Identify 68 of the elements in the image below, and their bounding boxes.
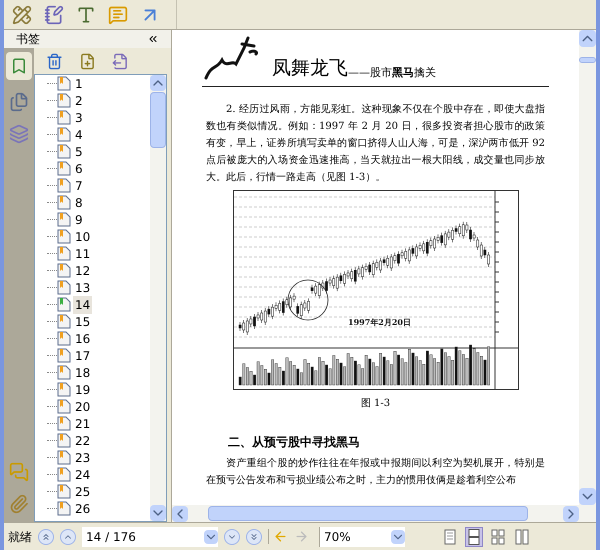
status-text: 就绪 — [8, 528, 32, 546]
bookmark-item[interactable]: 26 — [73, 500, 92, 518]
double-chevron-up-icon — [41, 532, 51, 542]
scroll-thumb[interactable] — [579, 57, 596, 63]
bookmark-item[interactable]: 18 — [73, 364, 92, 382]
chart-annotation: 1997年2月20日 — [348, 317, 410, 327]
bookmark-item[interactable]: 4 — [73, 126, 85, 144]
bookmark-item[interactable]: 5 — [73, 142, 85, 160]
section-heading: 二、从预亏股中寻找黑马 — [228, 434, 361, 451]
bookmark-item[interactable]: 12 — [73, 262, 92, 280]
bookmark-item[interactable]: 24 — [73, 466, 92, 484]
dropdown-arrow-icon[interactable] — [391, 530, 405, 544]
view-mode-icon[interactable] — [513, 526, 531, 546]
bookmark-item[interactable]: 17 — [73, 346, 92, 364]
double-chevron-down-icon — [249, 532, 259, 542]
bookmark-item[interactable]: 14 — [73, 296, 92, 314]
new-bookmark-icon[interactable] — [79, 52, 96, 70]
bookmark-item[interactable]: 25 — [73, 482, 92, 500]
scroll-down-icon[interactable] — [579, 488, 596, 505]
bookmark-item[interactable]: 10 — [73, 228, 92, 246]
bookmark-item[interactable]: 2 — [73, 92, 85, 110]
paragraph: 资产重组个股的炒作往往在年报或中报期间以利空为契机展开，特别是在预亏公告发布和亏损业绩公布之时，主力的惯用伎俩是趁着利空公布 — [205, 456, 546, 488]
bookmark-item[interactable]: 13 — [73, 278, 92, 296]
collapse-icon[interactable] — [147, 33, 159, 45]
paragraph: 2. 经历过风雨，方能见彩虹。这种现象不仅在个股中存在，即使大盘指数也有类似情况。例如：1997 年 2 月 20 日，很多投资者担心股市的政策有变，早上，证券所填写卖单的窗口挤得人山人海，可是，深沪两市低开 92 点后被庞大的入场资金迅速推高，当天就拉出一根大阳线，成交量也同步放大。此后，行情一路走高（见图 1-3）。 — [205, 102, 546, 185]
bookmark-item[interactable]: 19 — [73, 380, 92, 398]
figure-caption: 图 1-3 — [360, 397, 390, 411]
export-bookmark-icon[interactable] — [112, 52, 129, 70]
delete-icon[interactable] — [46, 52, 63, 70]
bookmark-item[interactable]: 23 — [73, 448, 92, 466]
horizontal-scrollbar[interactable] — [172, 505, 596, 522]
vertical-scrollbar[interactable] — [579, 30, 596, 505]
scroll-up-icon[interactable] — [579, 30, 596, 47]
page-number-field[interactable]: 14 / 176 — [82, 526, 218, 546]
back-arrow-icon[interactable] — [268, 529, 288, 544]
bookmark-item[interactable]: 6 — [73, 160, 85, 178]
pages-tab-icon[interactable] — [9, 92, 29, 112]
first-page-button[interactable] — [38, 528, 54, 544]
vertical-scrollbar[interactable] — [150, 75, 166, 521]
bookmark-item[interactable]: 3 — [73, 108, 85, 126]
header-subtitle: ——股市黑马擒关 — [348, 67, 436, 78]
panel-title: 书签 — [16, 31, 40, 48]
last-page-button[interactable] — [246, 528, 262, 544]
layers-tab-icon[interactable] — [9, 124, 29, 144]
bookmark-tab-icon[interactable] — [6, 52, 32, 80]
bookmark-item[interactable]: 1 — [73, 75, 85, 92]
bookmark-item[interactable]: 21 — [73, 414, 92, 432]
scroll-down-icon[interactable] — [150, 505, 166, 521]
header-title: 凤舞龙飞 — [272, 59, 348, 78]
next-page-button[interactable] — [224, 528, 240, 544]
scroll-thumb[interactable] — [150, 92, 166, 148]
view-mode-icon[interactable] — [465, 526, 483, 546]
scroll-right-icon[interactable] — [563, 506, 579, 522]
view-mode-icon[interactable] — [489, 526, 507, 546]
scroll-thumb[interactable] — [208, 506, 528, 521]
bookmark-item[interactable]: 9 — [73, 210, 85, 228]
zoom-field[interactable]: 70% — [319, 526, 405, 546]
bookmark-item[interactable]: 20 — [73, 398, 92, 416]
dropdown-arrow-icon[interactable] — [204, 530, 218, 544]
bookmark-item[interactable]: 15 — [73, 312, 92, 330]
bookmark-item[interactable]: 22 — [73, 432, 92, 450]
bookmark-item[interactable]: 11 — [73, 244, 92, 262]
scroll-left-icon[interactable] — [172, 506, 188, 522]
previous-page-button[interactable] — [60, 528, 76, 544]
scroll-up-icon[interactable] — [150, 75, 166, 91]
bookmark-item[interactable]: 7 — [73, 176, 85, 194]
bookmark-item[interactable]: 8 — [73, 194, 85, 212]
bookmark-item[interactable]: 16 — [73, 330, 92, 348]
